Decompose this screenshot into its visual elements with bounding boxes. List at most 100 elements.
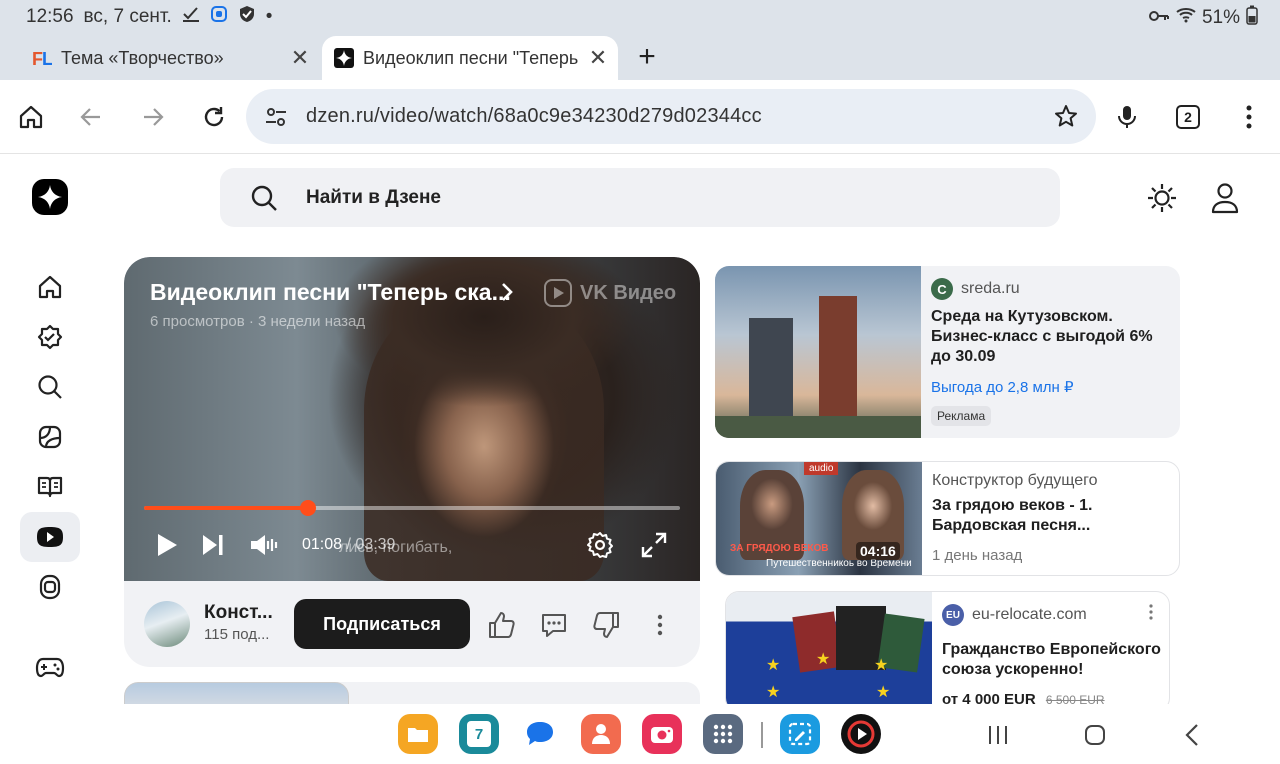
sidebar-item-shorts[interactable]: [20, 412, 80, 462]
sidebar-item-home[interactable]: [20, 262, 80, 312]
back-icon[interactable]: [74, 100, 108, 134]
forward-icon[interactable]: [136, 100, 170, 134]
recommendation-source[interactable]: EU eu-relocate.com: [942, 604, 1087, 626]
recommendation-thumbnail: ★★★★★.: [726, 592, 932, 711]
url-text[interactable]: dzen.ru/video/watch/68a0c9e34230d279d023…: [306, 105, 762, 128]
settings-gear-icon[interactable]: [586, 531, 614, 559]
volume-muted-icon[interactable]: [248, 531, 280, 559]
sidebar-item-articles[interactable]: [20, 462, 80, 512]
tab-active[interactable]: Видеоклип песни "Теперь с ✕: [322, 36, 618, 80]
home-icon: [38, 275, 62, 299]
channel-row: Конст... 115 под... Подписаться: [124, 581, 700, 667]
video-frame[interactable]: Видеоклип песни "Теперь ска... 6 просмот…: [124, 257, 700, 581]
search-placeholder: Найти в Дзене: [306, 187, 442, 208]
contacts-icon[interactable]: [581, 714, 621, 754]
video-title[interactable]: Видеоклип песни "Теперь ска...: [150, 279, 511, 306]
svg-text:★: ★: [874, 657, 888, 674]
ground: [715, 416, 921, 438]
date: вс, 7 сент.: [83, 6, 172, 27]
home-nav-icon[interactable]: [1080, 720, 1110, 750]
vk-video-icon: [544, 279, 572, 307]
sidebar-item-video[interactable]: [20, 512, 80, 562]
recommendation-source[interactable]: Конструктор будущего: [932, 472, 1098, 490]
comments-icon[interactable]: [538, 609, 570, 641]
recommendation-date: 1 день назад: [932, 547, 1023, 564]
recommendation-headline[interactable]: Гражданство Европейского союза ускоренно…: [942, 640, 1169, 680]
like-icon[interactable]: [486, 609, 518, 641]
tab-inactive[interactable]: FL Тема «Творчество» ✕: [20, 36, 320, 80]
home-icon[interactable]: [14, 100, 48, 134]
source-name: sreda.ru: [961, 280, 1020, 297]
new-tab-button[interactable]: +: [632, 40, 662, 74]
play-icon[interactable]: [154, 531, 180, 559]
eu-stars-icon: ★★★★★.: [766, 651, 890, 701]
recommendation-card[interactable]: ★★★★★. EU eu-relocate.com Гражданство Ев…: [725, 591, 1170, 712]
fullscreen-icon[interactable]: [640, 531, 668, 559]
dislike-icon[interactable]: [590, 609, 622, 641]
files-icon[interactable]: [398, 714, 438, 754]
screenshot-icon[interactable]: [780, 714, 820, 754]
sidebar-item-live[interactable]: [20, 562, 80, 612]
site-settings-icon[interactable]: [264, 105, 288, 134]
svg-text:★: ★: [876, 684, 890, 701]
recommendation-cta[interactable]: Выгода до 2,8 млн ₽: [931, 378, 1074, 396]
shield-icon: [238, 5, 256, 29]
svg-text:★: ★: [766, 684, 780, 701]
sidebar-item-search[interactable]: [20, 362, 80, 412]
theme-toggle-icon[interactable]: [1146, 182, 1178, 219]
star-icon[interactable]: [1054, 104, 1078, 133]
recommendation-source[interactable]: C sreda.ru: [931, 278, 1020, 300]
video-duration-badge: 04:16: [856, 542, 900, 560]
sreda-logo-icon: C: [931, 278, 953, 300]
recommendation-headline[interactable]: За грядою веков - 1. Бардовская песня...: [932, 496, 1168, 536]
more-vert-icon[interactable]: [1149, 604, 1153, 625]
progress-bar[interactable]: [144, 500, 680, 516]
video-player-icon[interactable]: [841, 714, 881, 754]
zen-logo[interactable]: [32, 179, 68, 215]
sidebar-item-games[interactable]: [20, 642, 80, 692]
profile-icon[interactable]: [1210, 182, 1240, 219]
dock-divider: [761, 722, 763, 748]
reload-icon[interactable]: [197, 100, 231, 134]
live-icon: [39, 574, 61, 600]
tab-title: Тема «Творчество»: [61, 47, 224, 68]
chevron-right-icon[interactable]: [500, 281, 514, 308]
battery-icon: [1246, 5, 1258, 31]
search-icon: [250, 184, 278, 217]
calendar-icon[interactable]: 7: [459, 714, 499, 754]
messages-icon[interactable]: [520, 714, 560, 754]
channel-name[interactable]: Конст...: [204, 602, 273, 624]
recommendation-thumbnail: audio ЗА ГРЯДОЮ ВЕКОВ Путешественникоь в…: [716, 462, 922, 575]
search-icon: [38, 375, 62, 399]
tower-right: [819, 296, 857, 428]
address-bar[interactable]: dzen.ru/video/watch/68a0c9e34230d279d023…: [246, 89, 1096, 144]
next-icon[interactable]: [200, 531, 226, 559]
more-vert-icon[interactable]: [1232, 100, 1266, 134]
tab-switcher-button[interactable]: 2: [1171, 100, 1205, 134]
vk-video-label: VK Видео: [580, 281, 677, 304]
vk-video-logo[interactable]: VK Видео: [544, 279, 676, 307]
key-icon: [1148, 7, 1170, 29]
progress-handle[interactable]: [300, 500, 317, 516]
notification-dot: •: [265, 6, 273, 27]
microphone-icon[interactable]: [1110, 100, 1144, 134]
apps-grid-icon[interactable]: [703, 714, 743, 754]
site-search[interactable]: Найти в Дзене: [220, 168, 1060, 227]
sidebar-item-subscriptions[interactable]: [20, 312, 80, 362]
eu-relocate-logo-icon: EU: [942, 604, 964, 626]
recent-apps-icon[interactable]: [983, 720, 1013, 750]
recommendation-headline[interactable]: Среда на Кутузовском. Бизнес-класс с выг…: [931, 307, 1167, 367]
zen-favicon-icon: [334, 48, 354, 68]
close-icon[interactable]: ✕: [286, 45, 314, 71]
recommendation-card[interactable]: audio ЗА ГРЯДОЮ ВЕКОВ Путешественникоь в…: [715, 461, 1180, 576]
source-name: Конструктор будущего: [932, 472, 1098, 489]
recommendation-card[interactable]: C sreda.ru Среда на Кутузовском. Бизнес-…: [715, 266, 1180, 438]
close-icon[interactable]: ✕: [584, 45, 612, 71]
back-nav-icon[interactable]: [1177, 720, 1207, 750]
site-header: Найти в Дзене: [0, 155, 1280, 240]
fl-favicon-icon: FL: [32, 48, 52, 68]
more-vert-icon[interactable]: [644, 609, 676, 641]
camera-icon[interactable]: [642, 714, 682, 754]
channel-avatar[interactable]: [144, 601, 190, 647]
subscribe-button[interactable]: Подписаться: [294, 599, 470, 649]
